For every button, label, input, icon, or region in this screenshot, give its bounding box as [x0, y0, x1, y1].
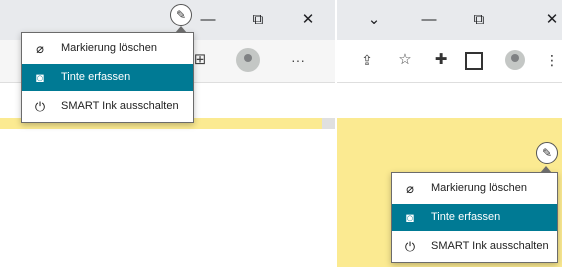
minimize-button[interactable]: —: [417, 9, 441, 31]
tab-search-button[interactable]: ⌄: [362, 9, 386, 31]
smart-ink-pencil-icon[interactable]: ✎: [536, 142, 558, 164]
menu-item-turn-off[interactable]: ⏻ SMART Ink ausschalten: [22, 93, 193, 120]
menu-item-label: SMART Ink ausschalten: [61, 100, 179, 112]
close-button[interactable]: ✕: [540, 9, 562, 31]
power-icon: ⏻: [404, 239, 416, 254]
more-icon[interactable]: ···: [286, 48, 310, 72]
extensions-icon[interactable]: ✚: [431, 50, 451, 70]
menu-item-label: Markierung löschen: [61, 42, 157, 54]
menu-item-label: SMART Ink ausschalten: [431, 240, 549, 252]
menu-item-clear[interactable]: ⌀ Markierung löschen: [392, 175, 557, 202]
menu-item-label: Tinte erfassen: [431, 211, 501, 223]
menu-item-capture[interactable]: ◙ Tinte erfassen: [22, 64, 193, 91]
title-bar: ⌄ — ⧉ ✕: [337, 0, 562, 40]
power-icon: ⏻: [34, 99, 46, 114]
menu-caret: [540, 166, 552, 173]
profile-avatar[interactable]: [505, 50, 525, 70]
smart-ink-menu: ⌀ Markierung löschen ◙ Tinte erfassen ⏻ …: [391, 166, 558, 263]
browser-toolbar: ⇪ ☆ ✚ ⋮: [337, 40, 562, 83]
menu-caret: [175, 26, 187, 33]
camera-icon: ◙: [406, 210, 414, 225]
right-screenshot: ⌄ — ⧉ ✕ ⇪ ☆ ✚ ⋮ ✎ ⌀ Markierung löschen ◙…: [337, 0, 562, 267]
left-screenshot: ✎ — ⧉ ✕ ⊞ ··· ⌀ Markierung löschen ◙ Tin…: [0, 0, 335, 267]
profile-avatar[interactable]: [236, 48, 260, 72]
restore-button[interactable]: ⧉: [467, 9, 491, 31]
scrollbar-corner: [322, 118, 335, 129]
menu-item-label: Markierung löschen: [431, 182, 527, 194]
smart-ink-pencil-icon[interactable]: ✎: [170, 4, 192, 26]
close-button[interactable]: ✕: [296, 9, 320, 31]
minimize-button[interactable]: —: [196, 9, 220, 31]
menu-item-capture[interactable]: ◙ Tinte erfassen: [392, 204, 557, 231]
menu-item-label: Tinte erfassen: [61, 71, 131, 83]
menu-icon[interactable]: ⋮: [545, 50, 559, 70]
share-icon[interactable]: ⇪: [357, 50, 377, 70]
eraser-icon: ⌀: [36, 41, 44, 56]
restore-button[interactable]: ⧉: [246, 9, 270, 31]
sidepanel-icon[interactable]: [465, 52, 483, 70]
camera-icon: ◙: [36, 70, 44, 85]
menu-item-turn-off[interactable]: ⏻ SMART Ink ausschalten: [392, 233, 557, 260]
eraser-icon: ⌀: [406, 181, 414, 196]
menu-item-clear[interactable]: ⌀ Markierung löschen: [22, 35, 193, 62]
smart-ink-menu: ⌀ Markierung löschen ◙ Tinte erfassen ⏻ …: [21, 26, 194, 123]
star-icon[interactable]: ☆: [395, 50, 415, 70]
